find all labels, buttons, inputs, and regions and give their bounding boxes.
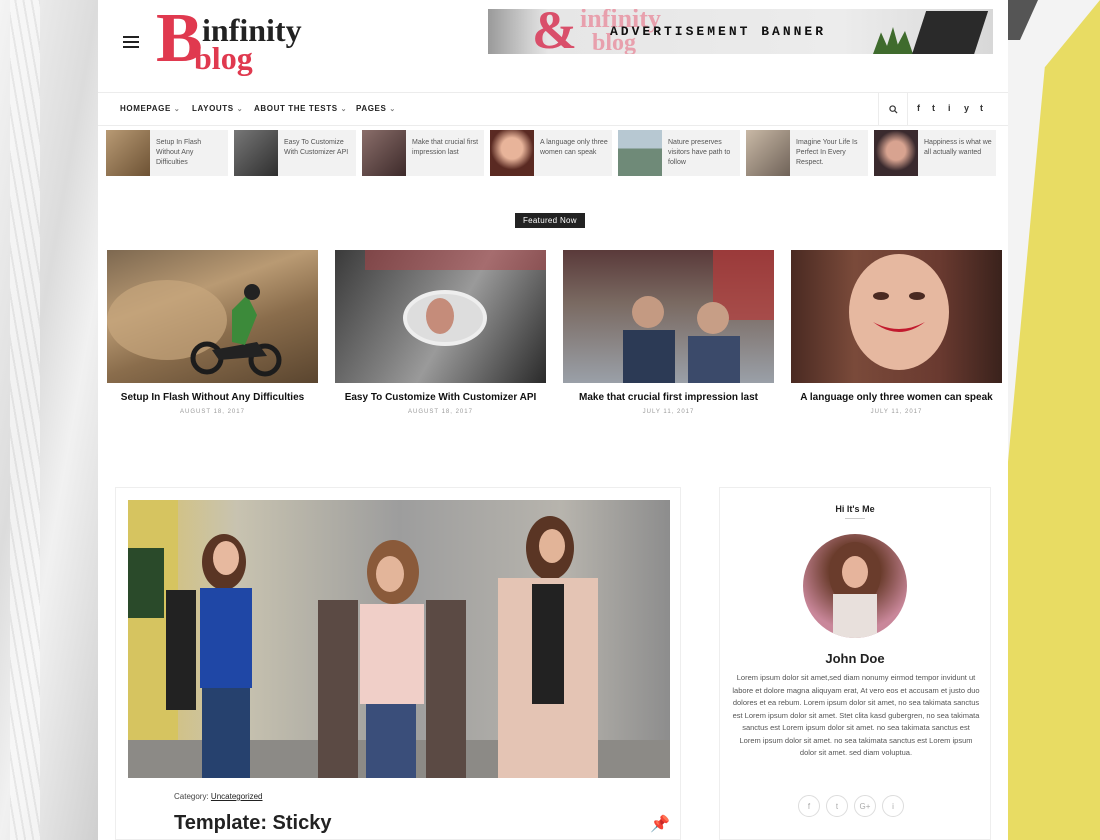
author-social-links: f t G+ i [798,795,918,817]
chevron-down-icon: ⌄ [340,106,348,113]
google-plus-icon[interactable]: G+ [854,795,876,817]
author-bio: Lorem ipsum dolor sit amet,sed diam nonu… [732,673,980,757]
instagram-icon[interactable]: i [882,795,904,817]
nav-label: LAYOUTS [192,104,234,113]
ticker-item[interactable]: Imagine Your Life Is Perfect In Every Re… [746,130,868,176]
ticker-title: Make that crucial first impression last [412,139,479,156]
featured-card[interactable]: Setup In Flash Without Any Difficulties … [107,250,318,415]
featured-image-motocross [107,250,318,383]
author-name: John Doe [825,651,885,666]
site-logo[interactable]: B infinity blog [156,4,346,78]
friends-illustration [623,250,774,383]
featured-card[interactable]: A language only three women can speak JU… [791,250,1002,415]
ticker-title: Setup In Flash Without Any Difficulties [156,139,202,166]
featured-title[interactable]: Make that crucial first impression last [563,392,774,403]
advertisement-banner[interactable]: & infinity blog ADVERTISEMENT BANNER [488,9,993,54]
ticker-title: Easy To Customize With Customizer API [284,139,349,156]
nav-item-pages[interactable]: PAGES ⌄ [356,104,396,113]
featured-image-mirror [335,250,546,383]
instagram-icon[interactable]: i [948,103,951,113]
thumbnail [362,130,406,176]
featured-title[interactable]: Setup In Flash Without Any Difficulties [107,392,318,403]
ticker-item[interactable]: Make that crucial first impression last [362,130,484,176]
tumblr-icon[interactable]: t [980,103,983,113]
ad-text: ADVERTISEMENT BANNER [610,24,827,39]
sticky-post: Category: Uncategorized Template: Sticky… [115,487,681,840]
plant-illustration [873,27,913,54]
nav-label: PAGES [356,104,387,113]
featured-date: JULY 11, 2017 [642,409,695,415]
featured-title[interactable]: A language only three women can speak [791,392,1002,403]
nav-label: ABOUT THE TESTS [254,104,338,113]
thumbnail [490,130,534,176]
ticker-item[interactable]: Setup In Flash Without Any Difficulties [106,130,228,176]
twitter-icon[interactable]: t [826,795,848,817]
avatar[interactable] [803,534,907,638]
nav-item-layouts[interactable]: LAYOUTS ⌄ [192,104,243,113]
about-widget: Hi It's Me John Doe Lorem ipsum dolor si… [719,487,991,840]
search-icon [888,104,898,114]
featured-date: AUGUST 18, 2017 [408,409,473,415]
chevron-down-icon: ⌄ [236,106,244,113]
ticker-item[interactable]: A language only three women can speak [490,130,612,176]
category-label: Category: [174,792,209,801]
motocross-illustration [107,280,282,377]
post-ticker: Setup In Flash Without Any Difficulties … [106,130,996,176]
featured-now-label: Featured Now [515,213,585,228]
ticker-title: A language only three women can speak [540,139,608,156]
facebook-icon[interactable]: f [917,103,920,113]
widget-heading: Hi It's Me [720,504,990,519]
featured-card[interactable]: Make that crucial first impression last … [563,250,774,415]
nav-item-about-the-tests[interactable]: ABOUT THE TESTS ⌄ [254,104,347,113]
facebook-icon[interactable]: f [798,795,820,817]
nav-label: HOMEPAGE [120,104,171,113]
featured-date: JULY 11, 2017 [870,409,923,415]
twitter-icon[interactable]: t [932,103,935,113]
page: B infinity blog & infinity blog ADVERTIS… [98,0,1008,840]
category-link[interactable]: Uncategorized [211,792,263,801]
main-nav: HOMEPAGE ⌄ LAYOUTS ⌄ ABOUT THE TESTS ⌄ PAGE… [98,92,1008,126]
chevron-down-icon: ⌄ [173,106,181,113]
pin-icon: 📌 [650,816,670,833]
featured-date: AUGUST 18, 2017 [180,409,245,415]
smiling-woman-illustration [849,254,949,370]
ad-ampersand: & [532,9,577,54]
youtube-icon[interactable]: y [964,103,969,113]
ticker-title: Happiness is what we all actually wanted [924,139,992,156]
thumbnail [746,130,790,176]
ticker-item[interactable]: Easy To Customize With Customizer API [234,130,356,176]
featured-image-friends [563,250,774,383]
mirror-illustration [365,250,546,346]
post-category: Category: Uncategorized [174,792,263,801]
ticker-title: Imagine Your Life Is Perfect In Every Re… [796,139,858,166]
hamburger-menu-icon[interactable] [123,36,139,48]
search-button[interactable] [878,93,908,125]
logo-line2: blog [194,40,253,76]
chevron-down-icon: ⌄ [389,106,396,113]
book-illustration [909,11,989,54]
header: B infinity blog & infinity blog ADVERTIS… [98,0,1008,92]
thumbnail [106,130,150,176]
nav-item-homepage[interactable]: HOMEPAGE ⌄ [120,104,180,113]
background-left [0,0,98,840]
ticker-item[interactable]: Nature preserves visitors have path to f… [618,130,740,176]
featured-card[interactable]: Easy To Customize With Customizer API AU… [335,250,546,415]
featured-image-smiling-woman [791,250,1002,383]
post-hero-image[interactable] [128,500,670,778]
avatar-illustration [829,542,881,638]
thumbnail [234,130,278,176]
thumbnail [874,130,918,176]
featured-title[interactable]: Easy To Customize With Customizer API [335,392,546,403]
thumbnail [618,130,662,176]
three-women-illustration [128,500,670,778]
ticker-item[interactable]: Happiness is what we all actually wanted [874,130,996,176]
post-meta: Category: Uncategorized Template: Sticky… [162,778,670,838]
post-title[interactable]: Template: Sticky [174,812,331,835]
ticker-title: Nature preserves visitors have path to f… [668,139,731,166]
